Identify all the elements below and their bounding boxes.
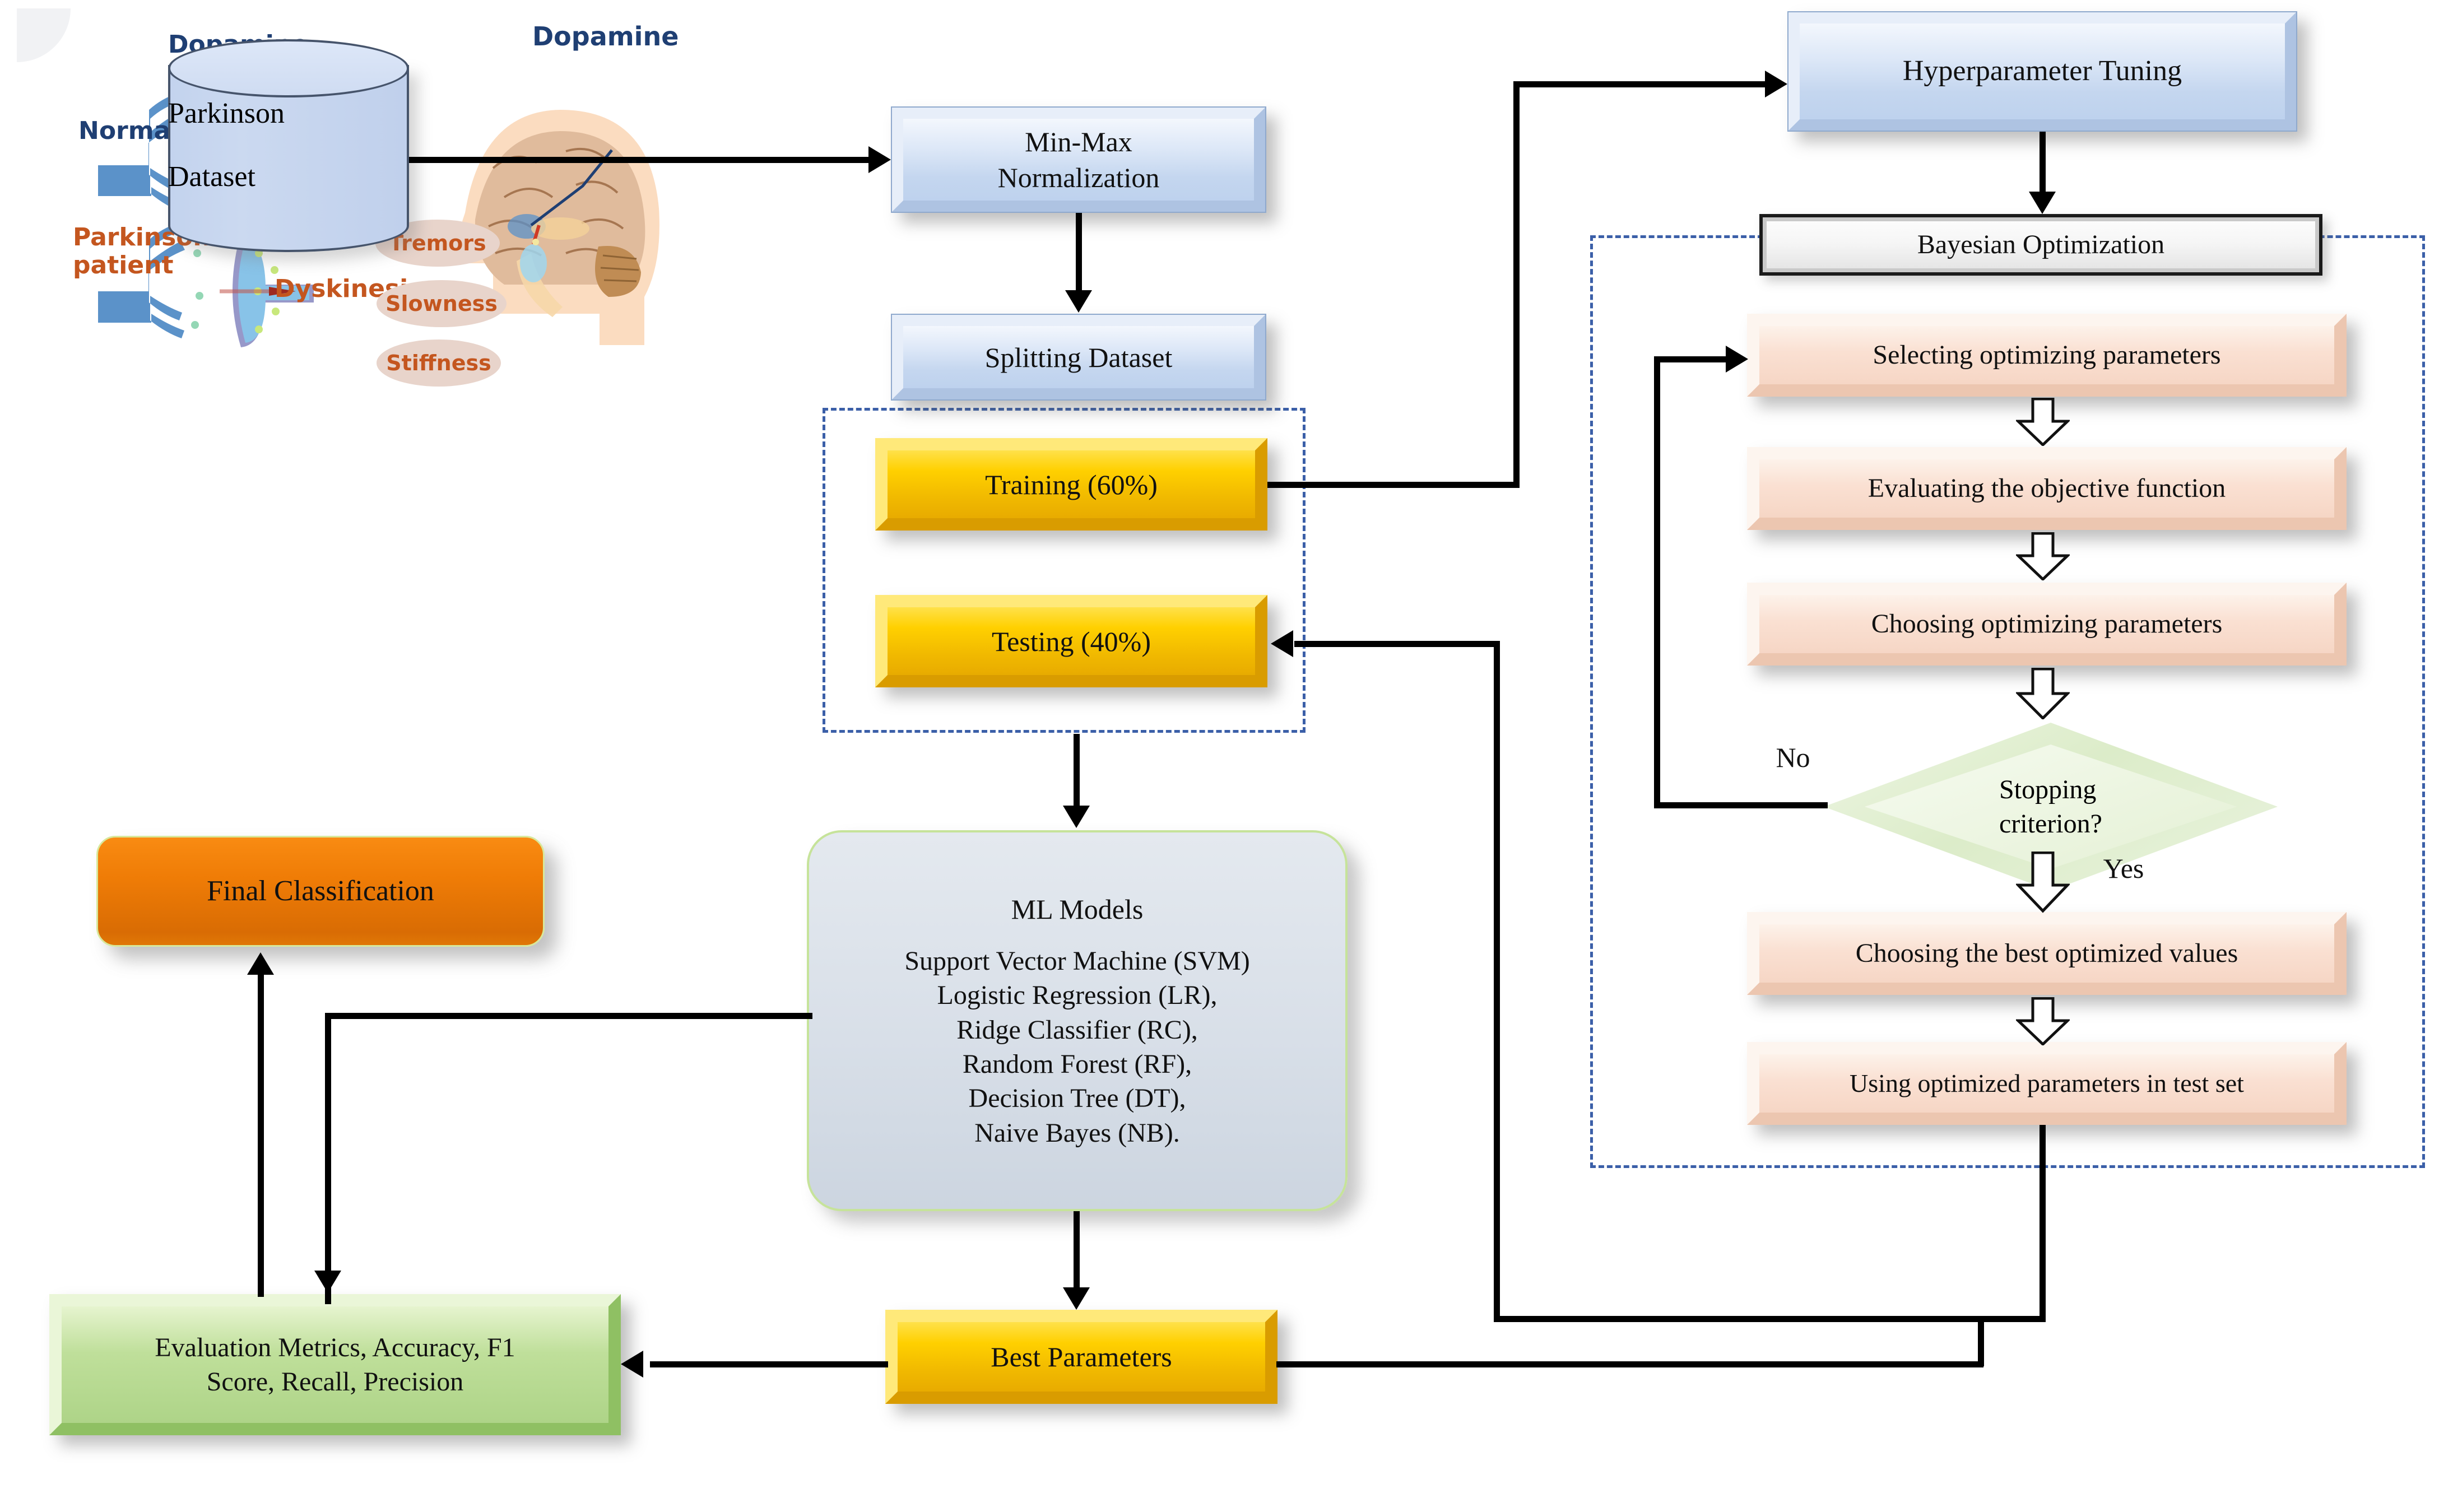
edge-using-to-testing-seg4	[1294, 641, 1499, 647]
block-arrow-selecting-to-evaluating	[2016, 398, 2070, 446]
parkinson-dataset-cylinder: Parkinson Dataset	[168, 39, 409, 252]
edge-training-to-tuning-seg3	[1513, 81, 1766, 87]
arrowhead-dataset-to-normalization	[868, 146, 891, 173]
dataset-label-line2: Dataset	[168, 161, 255, 193]
symptom-pill-slowness: Slowness	[377, 280, 507, 327]
best-parameters-label: Best Parameters	[991, 1341, 1172, 1373]
stopping-criterion-label-line2: criterion?	[1999, 809, 2102, 839]
ml-model-item-svm: Support Vector Machine (SVM)	[904, 946, 1250, 976]
training-split-box[interactable]: Training (60%)	[875, 438, 1267, 531]
hyperparameter-tuning-box[interactable]: Hyperparameter Tuning	[1787, 11, 2297, 132]
block-arrow-stopping-to-choosing-best	[2016, 852, 2070, 913]
ml-model-item-rf: Random Forest (RF),	[962, 1049, 1192, 1079]
arrowhead-best-parameters-to-evaluation	[621, 1351, 643, 1378]
ml-models-heading: ML Models	[1011, 893, 1144, 925]
best-parameters-box[interactable]: Best Parameters	[885, 1310, 1277, 1404]
splitting-dataset-label: Splitting Dataset	[984, 341, 1173, 373]
edge-tuning-to-bayesian	[2040, 132, 2046, 193]
choosing-best-optimized-values-box[interactable]: Choosing the best optimized values	[1747, 912, 2347, 995]
arrowhead-testing-to-ml-models	[1063, 806, 1090, 828]
ml-model-item-dt: Decision Tree (DT),	[968, 1083, 1186, 1114]
arrowhead-ml-models-to-best-parameters	[1063, 1287, 1090, 1310]
edge-dataset-to-normalization	[409, 157, 868, 163]
edge-normalization-to-splitting	[1076, 213, 1082, 291]
edge-no-loop-top	[1654, 356, 1727, 362]
normalization-label-line2: Normalization	[997, 162, 1160, 193]
testing-label: Testing (40%)	[992, 625, 1151, 657]
block-arrow-choosing-best-to-using	[2016, 997, 2070, 1045]
stopping-criterion-label-line1: Stopping	[1999, 774, 2097, 804]
arrowhead-using-to-testing	[1271, 630, 1293, 657]
ml-models-box[interactable]: ML Models Support Vector Machine (SVM) L…	[807, 830, 1348, 1211]
edge-training-to-tuning-seg2	[1513, 81, 1520, 485]
dataset-label-line1: Parkinson	[168, 97, 285, 130]
arrowhead-no-loop-to-selecting	[1726, 346, 1748, 373]
normalization-label-line1: Min-Max	[1025, 126, 1132, 157]
edge-no-loop-bottom	[1654, 802, 1828, 808]
final-classification-box[interactable]: Final Classification	[96, 836, 545, 947]
arrowhead-evaluation-to-final	[247, 952, 274, 975]
block-arrow-choosing-to-stopping	[2016, 668, 2070, 719]
choosing-parameters-label: Choosing optimizing parameters	[1871, 609, 2223, 639]
bayesian-optimization-label: Bayesian Optimization	[1917, 230, 2165, 260]
choosing-best-label: Choosing the best optimized values	[1855, 938, 2238, 969]
arrowhead-normalization-to-splitting	[1065, 290, 1092, 313]
splitting-dataset-box[interactable]: Splitting Dataset	[891, 314, 1266, 401]
edge-label-no: No	[1776, 742, 1810, 773]
edge-to-best-parameters-seg1	[1978, 1316, 1984, 1366]
edge-ml-models-to-final-seg1	[325, 1013, 812, 1019]
choosing-optimizing-parameters-box[interactable]: Choosing optimizing parameters	[1747, 583, 2347, 666]
block-arrow-evaluating-to-choosing	[2016, 532, 2070, 580]
symptom-pill-stiffness: Stiffness	[377, 339, 501, 387]
selecting-parameters-label: Selecting optimizing parameters	[1873, 340, 2221, 370]
arrowhead-tuning-to-bayesian	[2029, 192, 2056, 214]
using-optimized-parameters-box[interactable]: Using optimized parameters in test set	[1747, 1042, 2347, 1125]
edge-ml-models-to-best-parameters	[1074, 1211, 1080, 1290]
using-optimized-label: Using optimized parameters in test set	[1850, 1068, 2244, 1097]
arrowhead-training-to-tuning	[1765, 71, 1787, 97]
edge-using-to-testing-seg2	[1494, 1316, 2046, 1322]
bayesian-optimization-box[interactable]: Bayesian Optimization	[1759, 214, 2322, 276]
parkinsons-patient-label-line2: patient	[73, 251, 174, 280]
edge-using-to-testing-seg1	[2040, 1125, 2046, 1322]
edge-best-parameters-to-evaluation	[650, 1361, 888, 1367]
edge-evaluation-to-final	[258, 975, 264, 1297]
min-max-normalization-box[interactable]: Min-Max Normalization	[891, 106, 1266, 213]
edge-testing-to-ml-models	[1074, 734, 1080, 807]
evaluation-metrics-box[interactable]: Evaluation Metrics, Accuracy, F1 Score, …	[49, 1294, 621, 1435]
testing-split-box[interactable]: Testing (40%)	[875, 595, 1267, 687]
edge-training-to-tuning-seg1	[1267, 482, 1520, 488]
edge-label-yes: Yes	[2103, 853, 2144, 884]
dopamine-label-right: Dopamine	[532, 21, 679, 52]
edge-using-to-testing-seg3	[1494, 641, 1500, 1320]
evaluating-objective-label: Evaluating the objective function	[1867, 473, 2226, 504]
evaluation-metrics-label-line1: Evaluation Metrics, Accuracy, F1	[155, 1332, 515, 1362]
final-classification-label: Final Classification	[207, 874, 434, 907]
training-label: Training (60%)	[985, 468, 1158, 500]
evaluating-objective-function-box[interactable]: Evaluating the objective function	[1747, 447, 2347, 530]
hyperparameter-tuning-label: Hyperparameter Tuning	[1902, 55, 2182, 87]
ml-model-item-rc: Ridge Classifier (RC),	[956, 1015, 1198, 1045]
flowchart-canvas: Dopamine Dopamine Normal Parkinson’s pat…	[0, 0, 2439, 1512]
evaluation-metrics-label-line2: Score, Recall, Precision	[206, 1367, 464, 1397]
ml-model-item-nb: Naive Bayes (NB).	[974, 1118, 1180, 1148]
normal-label: Normal	[78, 117, 179, 145]
edge-to-best-parameters-seg2	[1276, 1361, 1983, 1367]
ml-model-item-lr: Logistic Regression (LR),	[937, 980, 1218, 1011]
arrowhead-ml-left-to-evaluation	[314, 1271, 341, 1293]
edge-no-loop-vertical	[1654, 356, 1660, 808]
selecting-optimizing-parameters-box[interactable]: Selecting optimizing parameters	[1747, 314, 2347, 397]
